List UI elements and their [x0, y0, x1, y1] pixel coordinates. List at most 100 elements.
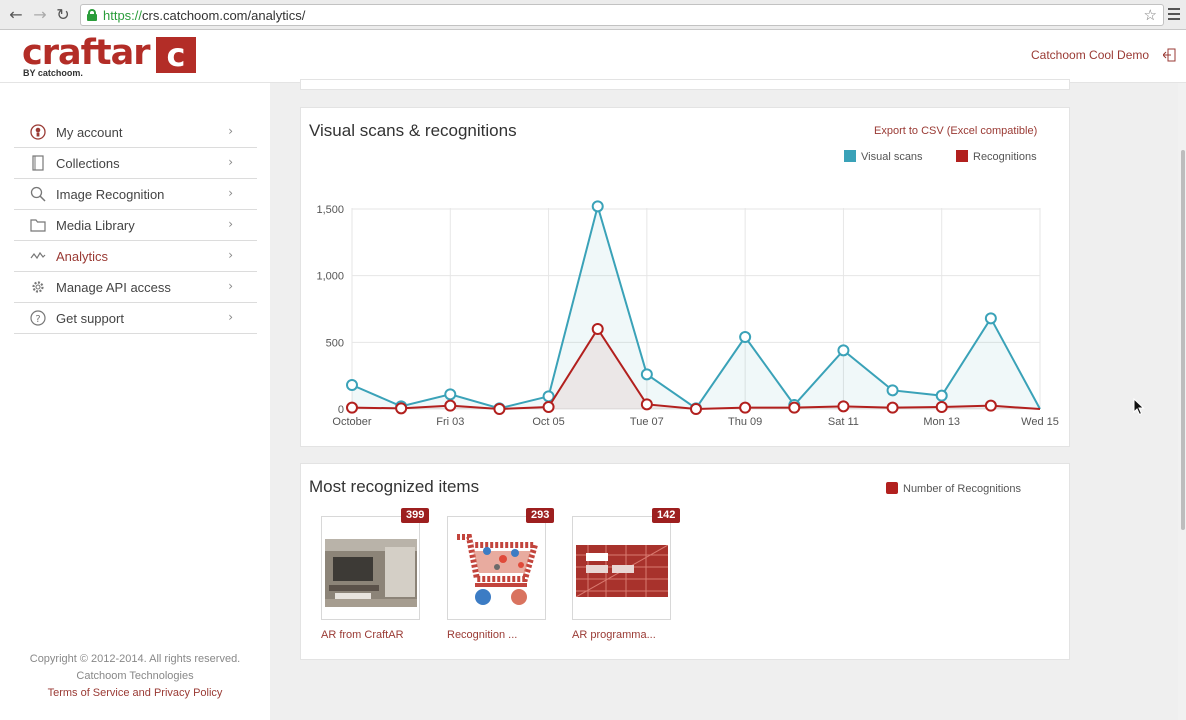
legend-number-of-recognitions: Number of Recognitions	[886, 482, 1021, 495]
y-tick-label: 0	[338, 404, 344, 416]
sidebar-item-label: My account	[56, 125, 123, 140]
logo-byline: BY catchoom.	[23, 68, 83, 78]
x-tick-label: Tue 07	[630, 416, 664, 428]
mouse-cursor-icon	[1133, 398, 1145, 416]
x-tick-label: Wed 15	[1021, 416, 1059, 428]
bookmark-star-icon[interactable]: ☆	[1144, 6, 1157, 24]
item-label[interactable]: Recognition ...	[447, 629, 517, 641]
item-thumbnail[interactable]	[447, 516, 546, 620]
sidebar-item-analytics[interactable]: Analytics ›	[14, 241, 257, 272]
x-tick-label: October	[332, 416, 371, 428]
recognition-count-badge: 293	[526, 508, 555, 523]
recognition-count-badge: 399	[401, 508, 430, 523]
search-icon	[30, 186, 46, 202]
data-point-recognitions	[346, 401, 358, 414]
data-point-visual-scans	[984, 312, 997, 325]
item-thumbnail[interactable]	[572, 516, 671, 620]
data-point-recognitions	[886, 401, 899, 414]
x-tick-label: Fri 03	[436, 416, 464, 428]
chevron-right-icon: ›	[228, 279, 233, 293]
terms-link[interactable]: Terms of Service and Privacy Policy	[0, 687, 270, 699]
lock-icon	[87, 9, 97, 21]
sidebar-item-label: Get support	[56, 311, 124, 326]
chevron-right-icon: ›	[228, 310, 233, 324]
gear-icon	[32, 281, 44, 293]
data-point-recognitions	[837, 400, 850, 413]
url-path: crs.catchoom.com/analytics/	[142, 8, 306, 23]
data-point-recognitions	[690, 403, 702, 415]
folder-icon	[30, 219, 46, 232]
data-point-visual-scans	[739, 331, 752, 343]
sidebar-item-my-account[interactable]: My account ›	[14, 117, 257, 148]
previous-panel	[300, 79, 1070, 90]
item-label[interactable]: AR from CraftAR	[321, 629, 404, 641]
sidebar-item-label: Media Library	[56, 218, 135, 233]
data-point-visual-scans	[886, 384, 899, 397]
logout-icon[interactable]	[1163, 48, 1176, 62]
data-point-recognitions	[935, 401, 948, 413]
x-tick-label: Mon 13	[923, 416, 960, 428]
chevron-right-icon: ›	[228, 124, 233, 138]
page-header: craftar c BY catchoom. Catchoom Cool Dem…	[0, 31, 1186, 83]
address-bar[interactable]: https://crs.catchoom.com/analytics/ ☆	[80, 4, 1164, 26]
y-tick-label: 1,000	[316, 271, 344, 283]
data-point-visual-scans	[935, 389, 948, 402]
reload-icon[interactable]: ↻	[53, 5, 73, 25]
sidebar-item-image-recognition[interactable]: Image Recognition ›	[14, 179, 257, 210]
data-point-recognitions	[739, 401, 752, 414]
account-name-link[interactable]: Catchoom Cool Demo	[1031, 48, 1149, 62]
y-tick-label: 1,500	[316, 204, 344, 216]
x-tick-label: Oct 05	[532, 416, 564, 428]
chevron-right-icon: ›	[228, 248, 233, 262]
logo-wordmark: craftar	[22, 33, 150, 73]
data-point-visual-scans	[346, 379, 358, 391]
sidebar-item-manage-api[interactable]: Manage API access ›	[14, 272, 257, 303]
series-area-visual-scans	[352, 206, 1040, 409]
sidebar-item-media-library[interactable]: Media Library ›	[14, 210, 257, 241]
chevron-right-icon: ›	[228, 217, 233, 231]
data-point-recognitions	[640, 398, 653, 411]
data-point-recognitions	[444, 399, 457, 412]
shopping-cart-image	[457, 534, 540, 605]
data-point-recognitions	[542, 401, 555, 413]
browser-toolbar: ← → ↻ https://crs.catchoom.com/analytics…	[0, 0, 1186, 30]
data-point-recognitions	[788, 401, 801, 414]
item-label[interactable]: AR programma...	[572, 629, 656, 641]
x-tick-label: Sat 11	[828, 416, 859, 428]
svg-text:?: ?	[35, 314, 40, 325]
map-image	[576, 545, 668, 597]
panel-title: Most recognized items	[309, 477, 480, 496]
account-icon	[30, 124, 46, 140]
browser-menu-icon[interactable]	[1168, 8, 1180, 20]
copyright-text: Copyright © 2012-2014. All rights reserv…	[29, 653, 241, 665]
logo-mark: c	[156, 37, 196, 73]
data-point-visual-scans	[837, 344, 850, 357]
scrollbar-thumb[interactable]	[1181, 150, 1185, 530]
forward-icon[interactable]: →	[30, 5, 50, 25]
series-line-visual-scans	[351, 202, 1041, 410]
data-point-visual-scans	[591, 200, 604, 213]
item-thumbnail[interactable]	[321, 516, 420, 620]
craftar-logo[interactable]: craftar c BY catchoom.	[22, 35, 198, 79]
url-scheme: https://	[103, 8, 143, 23]
collections-icon	[32, 155, 44, 171]
sidebar-item-collections[interactable]: Collections ›	[14, 148, 257, 179]
sidebar-item-label: Image Recognition	[56, 187, 165, 202]
legend-swatch	[886, 482, 898, 494]
sidebar: My account › Collections › Image Recogni…	[0, 83, 270, 720]
data-point-recognitions	[984, 399, 997, 412]
back-icon[interactable]: ←	[6, 5, 26, 25]
chevron-right-icon: ›	[228, 186, 233, 200]
sidebar-item-label: Collections	[56, 156, 120, 171]
legend-label: Number of Recognitions	[903, 483, 1022, 495]
sidebar-item-get-support[interactable]: ? Get support ›	[14, 303, 257, 334]
living-room-image	[325, 539, 417, 607]
y-tick-label: 500	[326, 337, 344, 349]
sidebar-item-label: Analytics	[56, 249, 109, 264]
data-point-recognitions	[395, 402, 408, 415]
analytics-icon	[30, 251, 46, 260]
data-point-recognitions	[493, 403, 506, 415]
recognition-count-badge: 142	[652, 508, 681, 523]
x-tick-label: Thu 09	[728, 416, 762, 428]
data-point-visual-scans	[444, 388, 457, 401]
